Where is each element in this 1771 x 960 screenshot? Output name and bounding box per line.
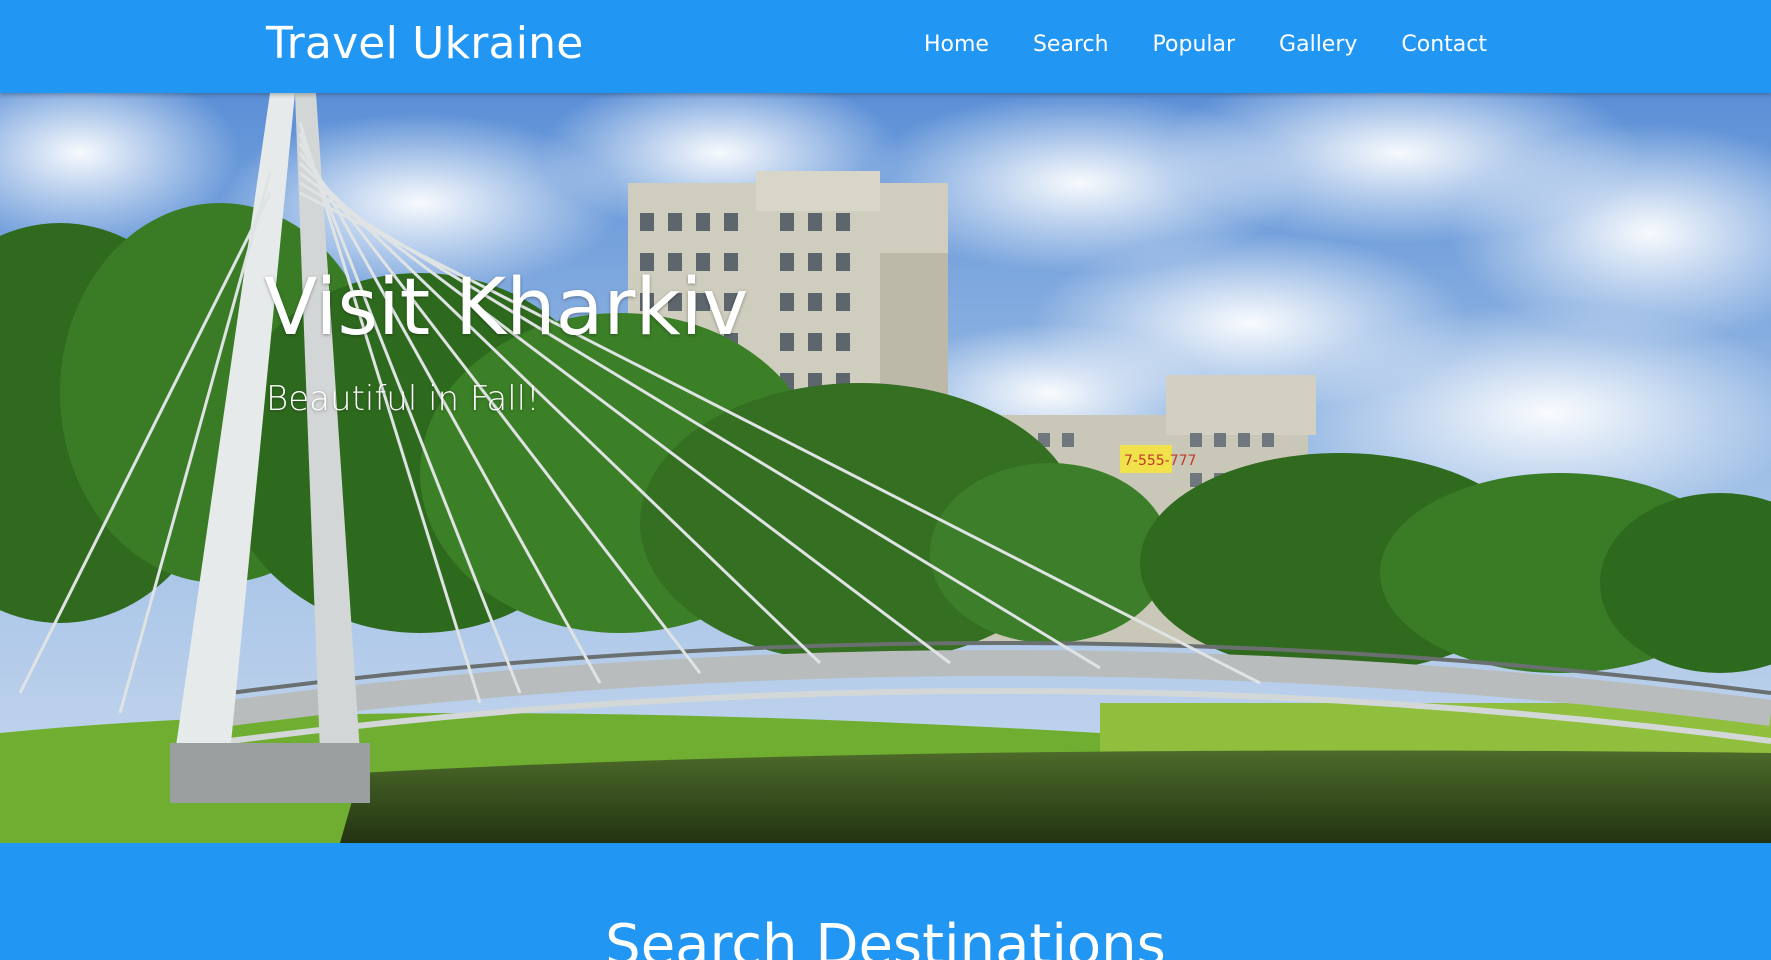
- nav-gallery[interactable]: Gallery: [1279, 32, 1357, 57]
- nav-links: Home Search Popular Gallery Contact: [880, 32, 1487, 57]
- river: [340, 750, 1771, 843]
- search-heading: Search Destinations: [605, 913, 1166, 960]
- brand-logo[interactable]: Travel Ukraine: [266, 18, 584, 69]
- navbar: Travel Ukraine Home Search Popular Galle…: [0, 0, 1771, 93]
- hero-subtitle: Beautiful in Fall!: [266, 379, 540, 419]
- nav-home[interactable]: Home: [924, 32, 989, 57]
- nav-contact[interactable]: Contact: [1401, 32, 1487, 57]
- hero-banner: 7-555-777 Visit Kharkiv Beautiful in Fal…: [0, 93, 1771, 843]
- hero-title: Visit Kharkiv: [264, 263, 749, 353]
- search-section: Search Destinations: [0, 843, 1771, 960]
- hero-image: 7-555-777: [0, 93, 1771, 843]
- nav-popular[interactable]: Popular: [1153, 32, 1236, 57]
- nav-search[interactable]: Search: [1033, 32, 1109, 57]
- billboard-text: 7-555-777: [1124, 453, 1196, 469]
